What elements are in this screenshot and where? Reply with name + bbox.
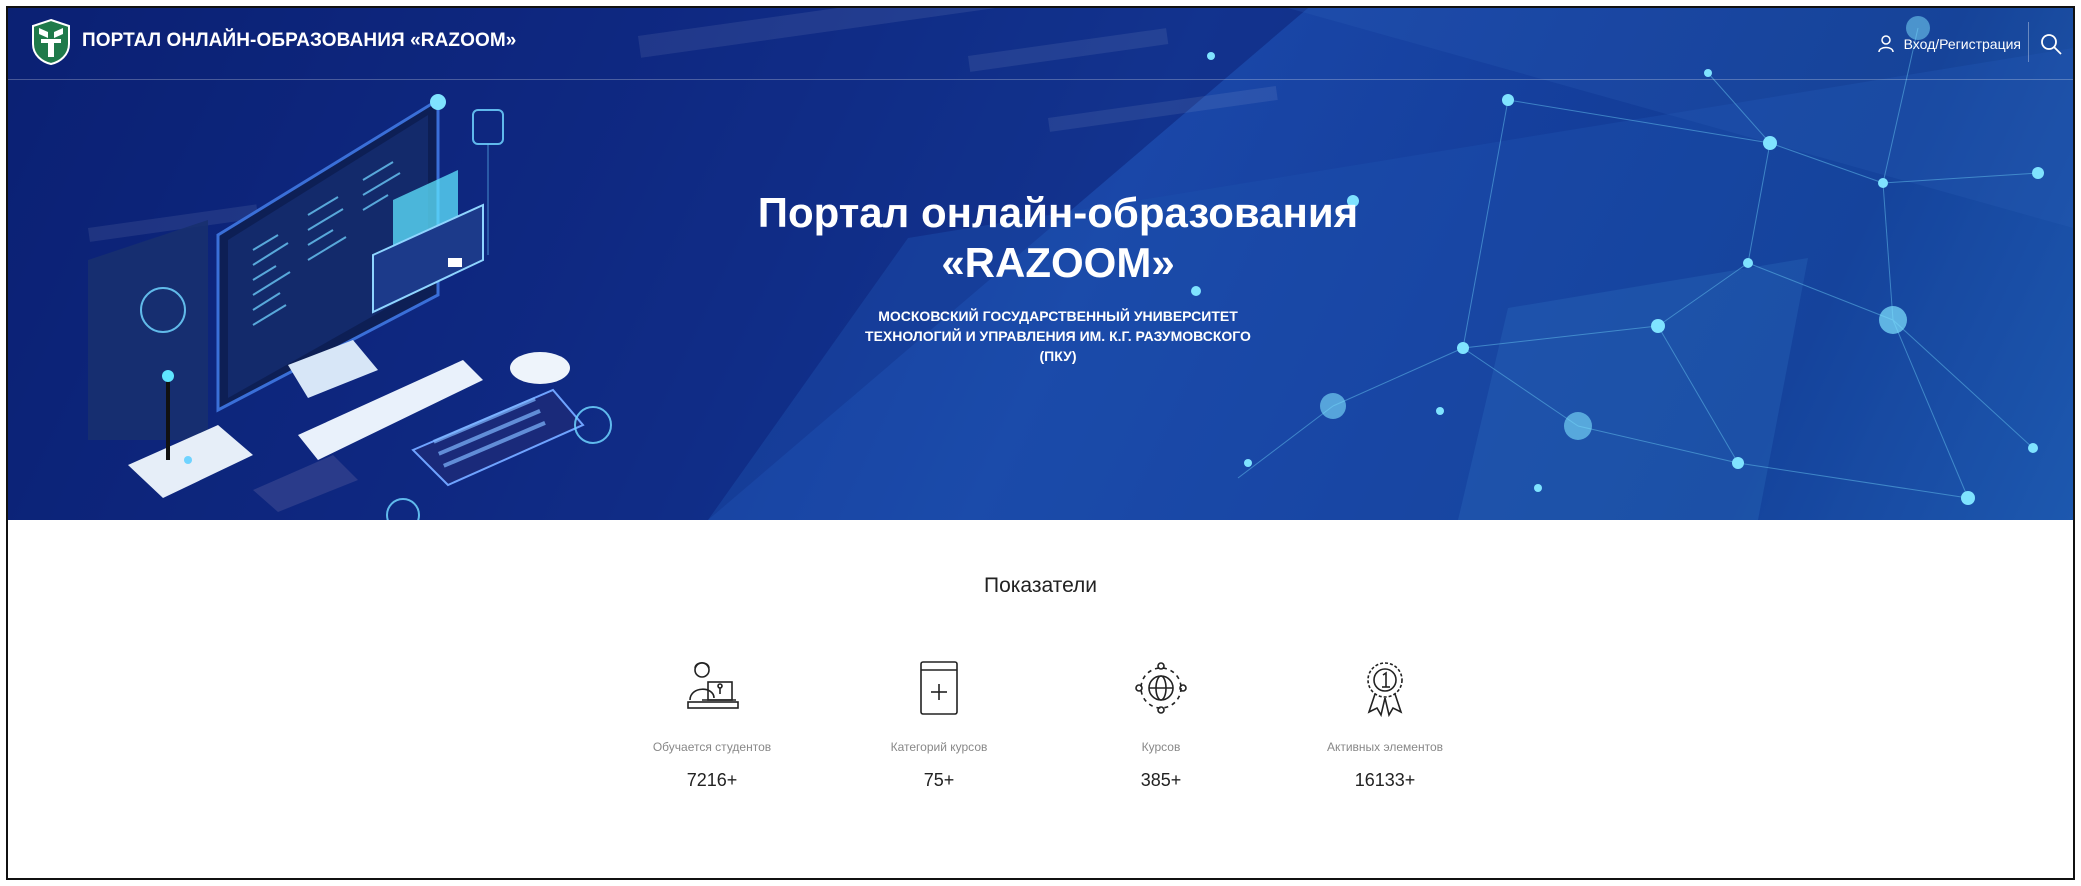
page-frame: ПОРТАЛ ОНЛАЙН-ОБРАЗОВАНИЯ «RAZOOM» Вход/… — [6, 6, 2075, 880]
hero-title: Портал онлайн-образования «RAZOOM» — [748, 188, 1368, 288]
stat-categories: Категорий курсов 75+ — [829, 658, 1049, 791]
header-divider — [2028, 22, 2029, 62]
stats-section-title: Показатели — [983, 574, 1098, 597]
site-brand-title[interactable]: ПОРТАЛ ОНЛАЙН-ОБРАЗОВАНИЯ «RAZOOM» — [82, 30, 516, 52]
stat-active-elements: Активных элементов 16133+ — [1275, 658, 1495, 791]
computer-illustration — [88, 94, 612, 520]
search-icon[interactable] — [2039, 32, 2063, 56]
stat-students: Обучается студентов 7216+ — [602, 658, 822, 791]
stat-courses: Курсов 385+ — [1051, 658, 1271, 791]
stat-categories-value: 75+ — [923, 770, 955, 790]
stat-courses-label: Курсов — [1141, 740, 1181, 754]
stat-active-elements-value: 16133+ — [1354, 770, 1416, 790]
hero-subtitle: МОСКОВСКИЙ ГОСУДАРСТВЕННЫЙ УНИВЕРСИТЕТ Т… — [798, 306, 1318, 366]
student-computer-icon — [687, 661, 739, 709]
book-plus-icon — [920, 661, 958, 715]
stat-categories-label: Категорий курсов — [890, 740, 988, 754]
user-icon — [1877, 35, 1894, 53]
medal-award-icon — [1367, 662, 1403, 718]
login-register-link[interactable]: Вход/Регистрация — [1877, 32, 2021, 56]
login-register-label: Вход/Регистрация — [1903, 36, 2021, 52]
globe-network-icon — [1135, 662, 1187, 714]
hero-subtitle-line-1: МОСКОВСКИЙ ГОСУДАРСТВЕННЫЙ УНИВЕРСИТЕТ — [878, 308, 1238, 324]
stat-courses-value: 385+ — [1140, 770, 1182, 790]
hero-subtitle-line-3: (ПКУ) — [1039, 348, 1077, 364]
stat-students-label: Обучается студентов — [652, 740, 772, 754]
hero-title-line-1: Портал онлайн-образования — [757, 189, 1359, 236]
hero-subtitle-line-2: ТЕХНОЛОГИЙ И УПРАВЛЕНИЯ ИМ. К.Г. РАЗУМОВ… — [865, 328, 1251, 344]
stat-active-elements-label: Активных элементов — [1326, 740, 1444, 754]
hero-banner: ПОРТАЛ ОНЛАЙН-ОБРАЗОВАНИЯ «RAZOOM» Вход/… — [8, 8, 2073, 520]
top-navigation-bar: ПОРТАЛ ОНЛАЙН-ОБРАЗОВАНИЯ «RAZOOM» Вход/… — [8, 8, 2073, 80]
stat-students-value: 7216+ — [686, 770, 738, 790]
university-shield-logo-icon[interactable] — [30, 18, 72, 66]
hero-title-line-2: «RAZOOM» — [941, 239, 1175, 286]
